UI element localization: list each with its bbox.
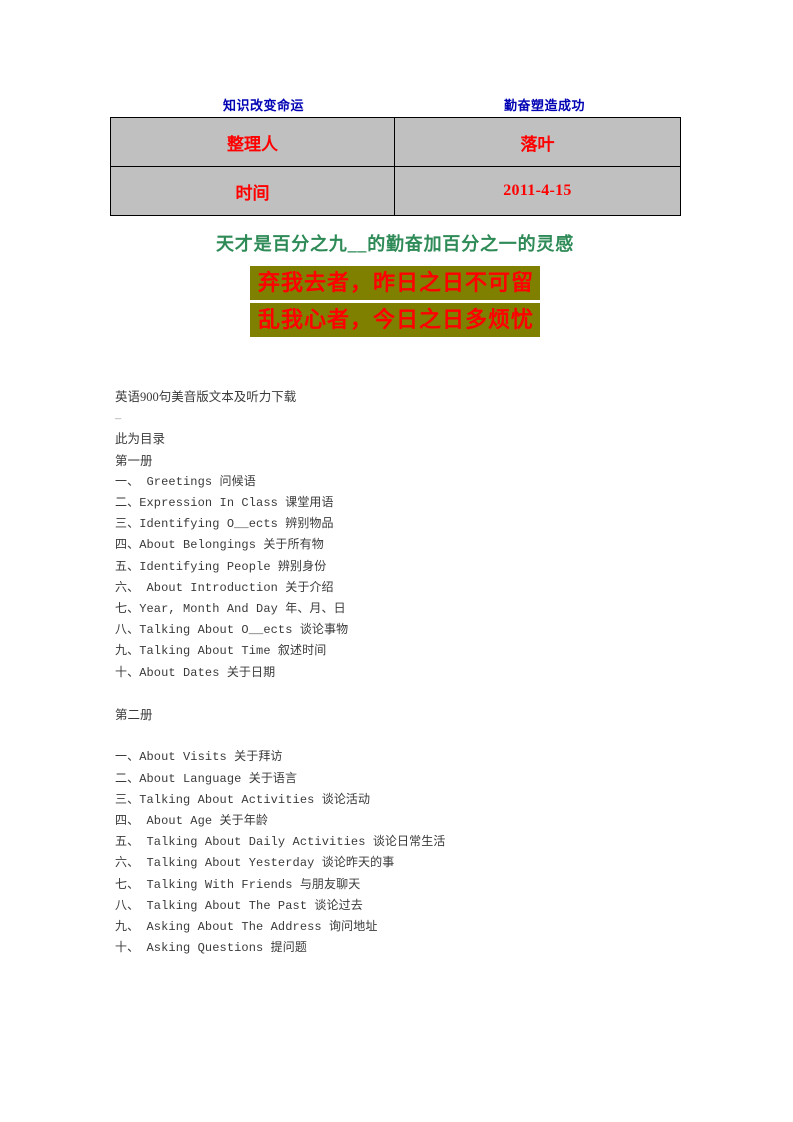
list-item: 十、 Asking Questions 提问题 [115,941,307,956]
list-item: 五、Identifying People 辨别身份 [115,559,327,574]
list-item: 九、Talking About Time 叙述时间 [115,644,327,659]
list-item: 一、About Visits 关于拜访 [115,750,283,765]
volume-one-heading: 第一册 [115,453,153,468]
list-item: 一、 Greetings 问候语 [115,474,256,489]
list-item: 三、Talking About Activities 谈论活动 [115,792,371,807]
list-item: 九、 Asking About The Address 询问地址 [115,920,378,935]
list-item: 四、About Belongings 关于所有物 [115,538,324,553]
body-dash: – [115,411,122,426]
body-title: 英语900句美音版文本及听力下载 [115,390,297,404]
table-cell-label-time: 时间 [110,166,395,216]
list-item: 三、Identifying O__ects 辨别物品 [115,517,334,532]
green-quote: 天才是百分之九__的勤奋加百分之一的灵感 [216,234,574,254]
poem-line-2: 乱我心者，今日之日多烦忧 [110,303,680,337]
table-row: 整理人 落叶 [110,117,681,167]
list-item: 七、Year, Month And Day 年、月、日 [115,602,346,617]
list-item: 六、 About Introduction 关于介绍 [115,580,334,595]
list-item: 四、 About Age 关于年龄 [115,814,268,829]
list-item: 五、 Talking About Daily Activities 谈论日常生活 [115,835,446,850]
table-cell-value-person: 落叶 [394,117,681,167]
poem-line-1-text: 弃我去者，昨日之日不可留 [249,266,540,300]
list-item: 六、 Talking About Yesterday 谈论昨天的事 [115,856,395,871]
poem-block: 弃我去者，昨日之日不可留 乱我心者，今日之日多烦忧 [110,266,680,337]
poem-line-2-text: 乱我心者，今日之日多烦忧 [249,303,540,337]
table-row: 时间 2011-4-15 [110,166,681,216]
document-page: 知识改变命运 勤奋塑造成功 整理人 落叶 时间 2011-4-15 天才是百分之… [0,0,793,1122]
motto-left: 知识改变命运 [222,98,304,113]
motto-header: 知识改变命运 勤奋塑造成功 [110,96,680,116]
volume-two-heading: 第二册 [115,708,153,723]
table-cell-label-person: 整理人 [110,117,395,167]
list-item: 二、About Language 关于语言 [115,771,298,786]
list-item: 七、 Talking With Friends 与朋友聊天 [115,877,361,892]
body-intro: 此为目录 [115,432,166,447]
list-item: 八、 Talking About The Past 谈论过去 [115,898,363,913]
list-item: 十、About Dates 关于日期 [115,665,276,680]
info-table-body: 整理人 落叶 时间 2011-4-15 [110,117,681,216]
list-item: 二、Expression In Class 课堂用语 [115,496,334,511]
body-text-block: 英语900句美音版文本及听力下载 – 此为目录 第一册 一、 Greetings… [115,387,715,959]
list-item: 八、Talking About O__ects 谈论事物 [115,623,349,638]
table-cell-value-time: 2011-4-15 [394,166,681,216]
motto-right: 勤奋塑造成功 [503,98,585,113]
poem-line-1: 弃我去者，昨日之日不可留 [110,266,680,300]
info-table: 整理人 落叶 时间 2011-4-15 [110,117,681,216]
